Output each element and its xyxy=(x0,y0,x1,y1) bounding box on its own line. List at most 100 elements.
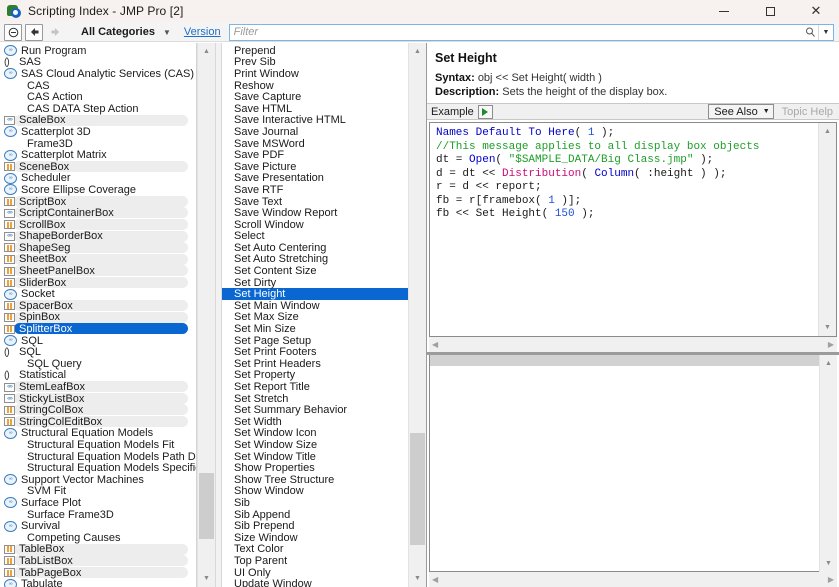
back-button[interactable] xyxy=(25,24,43,41)
tree-list-splitter[interactable] xyxy=(215,43,222,587)
message-item-set-page-setup[interactable]: Set Page Setup xyxy=(222,335,408,347)
index-home-button[interactable] xyxy=(4,24,22,41)
message-item-save-capture[interactable]: Save Capture xyxy=(222,91,408,103)
message-item-text-color[interactable]: Text Color xyxy=(222,544,408,556)
tree-item-scrollbox[interactable]: ScrollBox xyxy=(0,219,196,231)
chevron-left-icon[interactable]: ◀ xyxy=(432,575,438,584)
message-item-save-interactive-html[interactable]: Save Interactive HTML xyxy=(222,115,408,127)
tree-item-survival[interactable]: ∞Survival xyxy=(0,520,196,532)
tree-item-shapeseg[interactable]: ShapeSeg xyxy=(0,242,196,254)
tree-item-support-vector-machines[interactable]: ∞Support Vector Machines xyxy=(0,474,196,486)
message-item-save-picture[interactable]: Save Picture xyxy=(222,161,408,173)
topic-help-button[interactable]: Topic Help xyxy=(778,104,837,119)
message-item-set-print-headers[interactable]: Set Print Headers xyxy=(222,358,408,370)
message-item-save-html[interactable]: Save HTML xyxy=(222,103,408,115)
message-item-save-presentation[interactable]: Save Presentation xyxy=(222,173,408,185)
tree-item-sas[interactable]: ()SAS xyxy=(0,57,196,69)
message-item-print-window[interactable]: Print Window xyxy=(222,68,408,80)
version-link[interactable]: Version xyxy=(184,26,221,38)
code-editor[interactable]: Names Default To Here( 1 );//This messag… xyxy=(429,122,837,337)
message-item-save-window-report[interactable]: Save Window Report xyxy=(222,207,408,219)
message-item-set-min-size[interactable]: Set Min Size xyxy=(222,323,408,335)
message-item-sib[interactable]: Sib xyxy=(222,497,408,509)
message-item-set-dirty[interactable]: Set Dirty xyxy=(222,277,408,289)
tree-item-stringcoleditbox[interactable]: StringColEditBox xyxy=(0,416,196,428)
tree-item-scenebox[interactable]: SceneBox xyxy=(0,161,196,173)
category-select[interactable]: All Categories ▼ xyxy=(76,24,174,41)
tree-scrollbar[interactable]: ▲ ▼ xyxy=(197,43,215,587)
message-item-set-auto-centering[interactable]: Set Auto Centering xyxy=(222,242,408,254)
tree-item-structural-equation-models-specification[interactable]: Structural Equation Models Specification xyxy=(0,462,196,474)
filter-input[interactable] xyxy=(230,26,802,38)
tree-item-sas-cloud-analytic-services-cas[interactable]: ∞SAS Cloud Analytic Services (CAS) xyxy=(0,68,196,80)
message-item-set-window-icon[interactable]: Set Window Icon xyxy=(222,428,408,440)
tree-item-stickylistbox[interactable]: «»StickyListBox xyxy=(0,393,196,405)
message-item-prev-sib[interactable]: Prev Sib xyxy=(222,57,408,69)
tree-item-spacerbox[interactable]: SpacerBox xyxy=(0,300,196,312)
tree-item-stemleafbox[interactable]: «»StemLeafBox xyxy=(0,381,196,393)
code-scroll-up-button[interactable]: ▲ xyxy=(819,123,836,140)
message-item-set-main-window[interactable]: Set Main Window xyxy=(222,300,408,312)
tree-item-spinbox[interactable]: SpinBox xyxy=(0,312,196,324)
code-hscrollbar[interactable]: ◀ ▶ xyxy=(429,337,837,352)
tree-scroll-up-button[interactable]: ▲ xyxy=(198,43,215,60)
message-item-save-rtf[interactable]: Save RTF xyxy=(222,184,408,196)
tree-item-tabulate[interactable]: ∞Tabulate xyxy=(0,578,196,587)
tree-item-structural-equation-models[interactable]: ∞Structural Equation Models xyxy=(0,428,196,440)
output-box[interactable] xyxy=(429,355,837,572)
tree-item-structural-equation-models-fit[interactable]: Structural Equation Models Fit xyxy=(0,439,196,451)
tree-item-sql[interactable]: ∞SQL xyxy=(0,335,196,347)
message-item-sib-append[interactable]: Sib Append xyxy=(222,509,408,521)
message-list[interactable]: PrependPrev SibPrint WindowReshowSave Ca… xyxy=(222,43,408,587)
see-also-button[interactable]: See Also ▼ xyxy=(708,104,773,119)
list-scroll-up-button[interactable]: ▲ xyxy=(409,43,426,60)
tree-item-scatterplot-3d[interactable]: ∞Scatterplot 3D xyxy=(0,126,196,138)
tree-item-score-ellipse-coverage[interactable]: ∞Score Ellipse Coverage xyxy=(0,184,196,196)
message-item-save-msword[interactable]: Save MSWord xyxy=(222,138,408,150)
list-scroll-down-button[interactable]: ▼ xyxy=(409,570,426,587)
message-item-top-parent[interactable]: Top Parent xyxy=(222,555,408,567)
message-item-show-tree-structure[interactable]: Show Tree Structure xyxy=(222,474,408,486)
message-item-set-window-title[interactable]: Set Window Title xyxy=(222,451,408,463)
tree-item-sheetpanelbox[interactable]: SheetPanelBox xyxy=(0,265,196,277)
message-item-size-window[interactable]: Size Window xyxy=(222,532,408,544)
message-item-save-pdf[interactable]: Save PDF xyxy=(222,149,408,161)
tree-item-cas[interactable]: CAS xyxy=(0,80,196,92)
tree-item-svm-fit[interactable]: SVM Fit xyxy=(0,486,196,498)
message-item-prepend[interactable]: Prepend xyxy=(222,45,408,57)
minimize-button[interactable] xyxy=(701,0,747,22)
message-item-scroll-window[interactable]: Scroll Window xyxy=(222,219,408,231)
tree-item-shapeborderbox[interactable]: «»ShapeBorderBox xyxy=(0,231,196,243)
tree-item-sql-query[interactable]: SQL Query xyxy=(0,358,196,370)
tree-item-statistical[interactable]: ()Statistical xyxy=(0,370,196,382)
tree-item-stringcolbox[interactable]: StringColBox xyxy=(0,404,196,416)
tree-item-structural-equation-models-path-diagram[interactable]: Structural Equation Models Path Diagram xyxy=(0,451,196,463)
output-scroll-up-button[interactable]: ▲ xyxy=(820,355,837,372)
maximize-button[interactable] xyxy=(747,0,793,22)
tree-item-socket[interactable]: ∞Socket xyxy=(0,288,196,300)
chevron-right-icon[interactable]: ▶ xyxy=(828,340,834,349)
close-button[interactable]: ✕ xyxy=(793,0,839,22)
tree-item-tablebox[interactable]: TableBox xyxy=(0,544,196,556)
tree-item-scalebox[interactable]: «»ScaleBox xyxy=(0,115,196,127)
tree-item-cas-action[interactable]: CAS Action xyxy=(0,91,196,103)
message-item-show-window[interactable]: Show Window xyxy=(222,486,408,498)
message-item-set-max-size[interactable]: Set Max Size xyxy=(222,312,408,324)
tree-item-tablistbox[interactable]: TabListBox xyxy=(0,555,196,567)
message-item-set-stretch[interactable]: Set Stretch xyxy=(222,393,408,405)
message-item-set-content-size[interactable]: Set Content Size xyxy=(222,265,408,277)
message-item-update-window[interactable]: Update Window xyxy=(222,578,408,587)
message-item-reshow[interactable]: Reshow xyxy=(222,80,408,92)
tree-item-competing-causes[interactable]: Competing Causes xyxy=(0,532,196,544)
filter-field[interactable]: ▼ xyxy=(229,24,834,41)
tree-item-tabpagebox[interactable]: TabPageBox xyxy=(0,567,196,579)
message-item-set-summary-behavior[interactable]: Set Summary Behavior xyxy=(222,404,408,416)
message-item-save-journal[interactable]: Save Journal xyxy=(222,126,408,138)
code-scroll-down-button[interactable]: ▼ xyxy=(819,319,836,336)
tree-item-scheduler[interactable]: ∞Scheduler xyxy=(0,173,196,185)
message-item-set-width[interactable]: Set Width xyxy=(222,416,408,428)
tree-scrollbar-thumb[interactable] xyxy=(199,473,214,539)
message-item-sib-prepend[interactable]: Sib Prepend xyxy=(222,520,408,532)
tree-item-sql[interactable]: ()SQL xyxy=(0,346,196,358)
tree-item-scriptbox[interactable]: ScriptBox xyxy=(0,196,196,208)
